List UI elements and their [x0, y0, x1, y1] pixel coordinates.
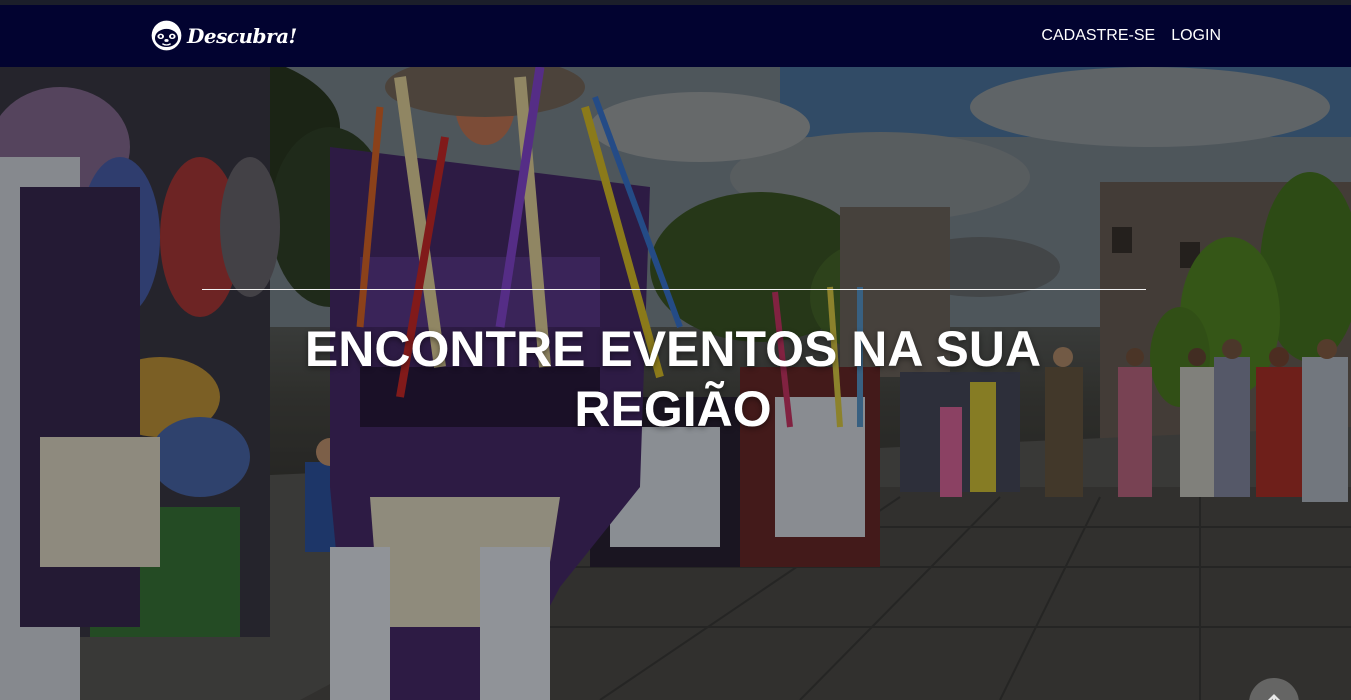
- brand-name: Descubra!: [187, 23, 297, 48]
- brand-logo-link[interactable]: Descubra!: [150, 19, 297, 52]
- arrow-up-icon: [1267, 694, 1281, 700]
- nav-link-cadastre-se[interactable]: CADASTRE-SE: [1041, 27, 1155, 45]
- hero-divider: [202, 289, 1146, 290]
- hero-section: ENCONTRE EVENTOS NA SUA REGIÃO: [0, 67, 1351, 700]
- sloth-face-icon: [151, 20, 182, 51]
- navbar: Descubra! CADASTRE-SE LOGIN: [0, 5, 1351, 67]
- nav-links: CADASTRE-SE LOGIN: [1041, 5, 1221, 67]
- nav-link-login[interactable]: LOGIN: [1171, 27, 1221, 45]
- hero-title: ENCONTRE EVENTOS NA SUA REGIÃO: [304, 321, 1042, 437]
